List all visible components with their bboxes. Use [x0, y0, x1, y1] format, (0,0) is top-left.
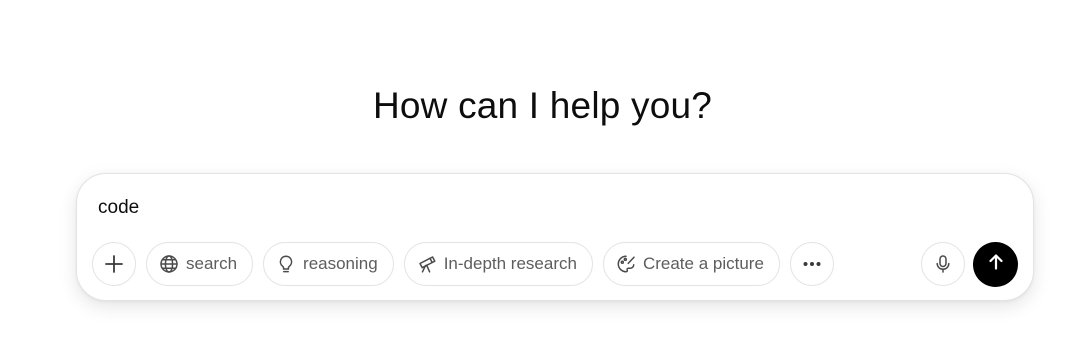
plus-icon — [103, 253, 125, 275]
in-depth-research-tool-label: In-depth research — [443, 254, 577, 273]
microphone-icon — [933, 254, 953, 274]
more-tools-button[interactable] — [789, 242, 834, 286]
send-button[interactable] — [973, 241, 1018, 287]
search-tool-button[interactable]: search — [146, 242, 254, 286]
in-depth-research-tool-button[interactable]: In-depth research — [403, 242, 593, 286]
reasoning-tool-button[interactable]: reasoning — [263, 242, 394, 286]
prompt-composer: search reasoning In-depth research — [76, 173, 1034, 301]
page-title: How can I help you? — [372, 85, 713, 126]
create-picture-tool-button[interactable]: Create a picture — [602, 242, 780, 286]
create-picture-tool-label: Create a picture — [642, 254, 764, 273]
reasoning-tool-label: reasoning — [303, 254, 378, 273]
prompt-input[interactable] — [98, 194, 898, 222]
more-dots-icon — [801, 253, 823, 275]
globe-icon — [159, 254, 179, 274]
add-attachment-button[interactable] — [92, 242, 136, 286]
arrow-up-icon — [986, 252, 1006, 277]
lightbulb-icon — [276, 254, 296, 274]
palette-icon — [616, 254, 636, 274]
voice-input-button[interactable] — [921, 242, 965, 286]
composer-actions — [921, 241, 1018, 287]
composer-toolbar: search reasoning In-depth research Creat… — [92, 242, 834, 286]
search-tool-label: search — [186, 254, 238, 273]
telescope-icon — [417, 254, 437, 274]
